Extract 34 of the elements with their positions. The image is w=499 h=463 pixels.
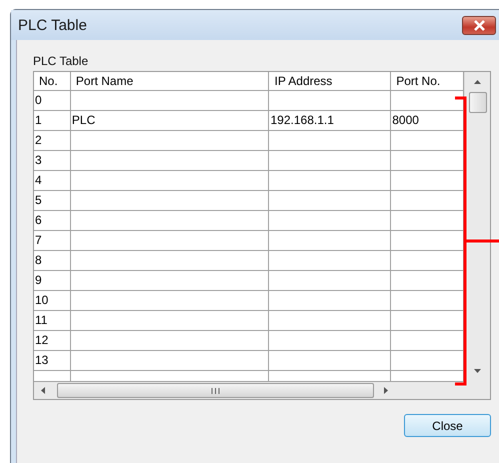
close-button[interactable]: [462, 16, 496, 34]
group-label: PLC Table: [33, 54, 90, 68]
table-cell: 2: [34, 131, 71, 151]
scroll-down-icon: [473, 369, 482, 374]
scroll-up-icon: [473, 79, 482, 84]
grip-icon: [211, 388, 220, 394]
column-header[interactable]: Port Name: [70, 72, 270, 91]
scroll-thumb[interactable]: [57, 383, 374, 398]
column-header[interactable]: IP Address: [269, 72, 392, 91]
table-cell: 13: [34, 351, 71, 371]
table-cell: 192.168.1.1: [269, 111, 392, 131]
table-cell: 5: [34, 191, 71, 211]
table-cell: 1: [34, 111, 71, 131]
table-cell: 8000: [391, 111, 464, 131]
table-cell: 10: [34, 291, 71, 311]
table-cell: 7: [34, 231, 71, 251]
column-header[interactable]: No.: [34, 72, 71, 91]
close-dialog-button[interactable]: Close: [404, 414, 491, 437]
table-cell: 11: [34, 311, 71, 331]
window-title: PLC Table: [18, 16, 87, 34]
table-cell: 12: [34, 331, 71, 351]
scroll-right-icon: [384, 386, 389, 395]
table-cell: 3: [34, 151, 71, 171]
table-cell: 9: [34, 271, 71, 291]
table-cell: 4: [34, 171, 71, 191]
column-header[interactable]: Port No.: [391, 72, 464, 91]
scroll-left-icon: [40, 386, 45, 395]
table-cell: 0: [34, 91, 71, 111]
horizontal-scrollbar[interactable]: [34, 382, 490, 399]
table-cell: PLC: [70, 111, 270, 131]
scroll-thumb[interactable]: [469, 92, 488, 113]
close-icon: [472, 20, 486, 30]
table-cell: 8: [34, 251, 71, 271]
table-cell: 6: [34, 211, 71, 231]
